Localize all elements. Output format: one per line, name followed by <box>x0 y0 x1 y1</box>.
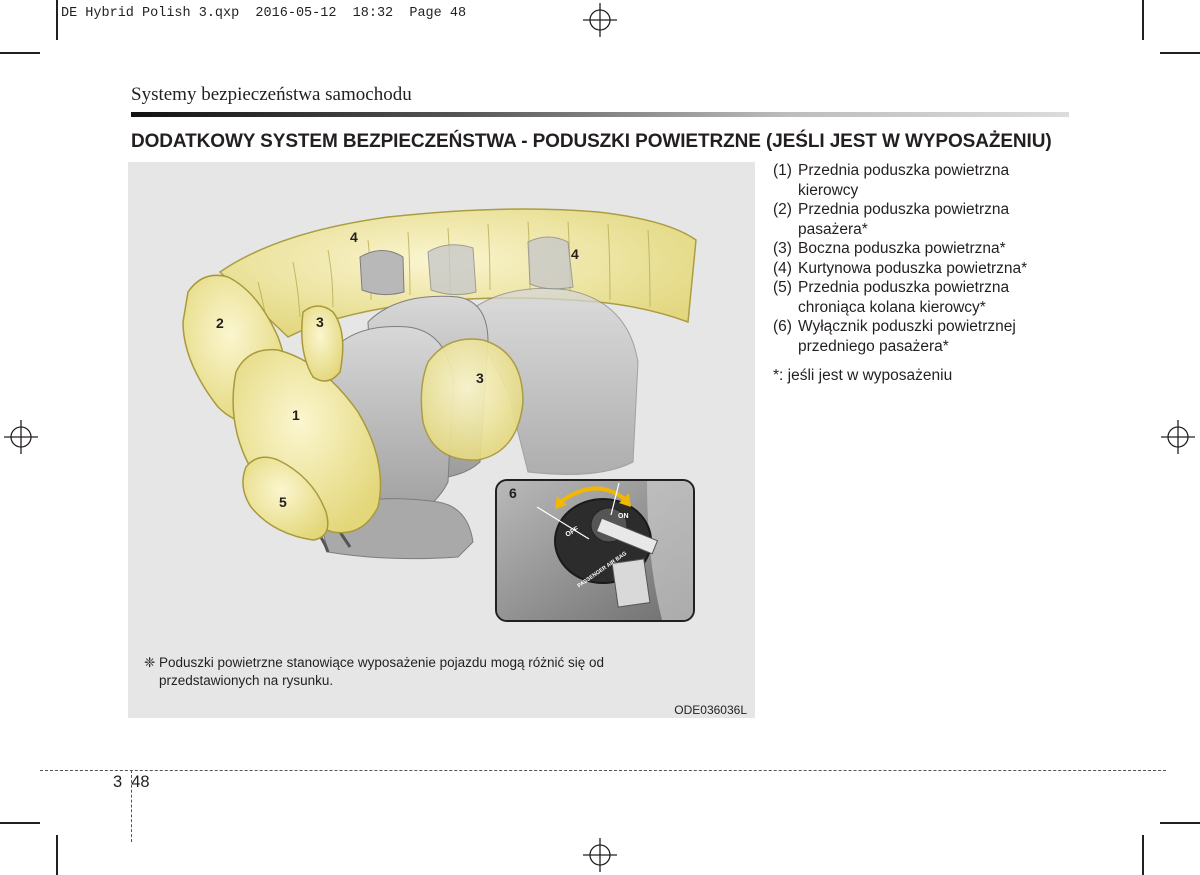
airbag-switch-icon: OFF ON PASSENGER AIR BAG <box>497 481 693 620</box>
legend-item: (4) Kurtynowa poduszka powietrzna* <box>773 259 1028 277</box>
chapter-number: 3 <box>113 773 123 791</box>
switch-on-label: ON <box>618 513 629 520</box>
airbag-legend: (1) Przednia poduszka powietrzna kierowcy… <box>773 161 1073 356</box>
print-header: DE Hybrid Polish 3.qxp 2016-05-12 18:32 … <box>61 6 467 21</box>
side-airbag-rear <box>420 338 524 461</box>
footnote: *: jeśli jest w wyposażeniu <box>773 367 953 384</box>
figure-note-text: Poduszki powietrzne stanowiące wyposażen… <box>159 655 604 688</box>
section-title: Systemy bezpieczeństwa samochodu <box>131 84 412 105</box>
registration-mark-icon <box>4 420 38 454</box>
callout-2: 2 <box>216 315 224 331</box>
figure-code: ODE036036L <box>674 703 747 717</box>
callout-4: 4 <box>571 246 579 262</box>
legend-item: (5) Przednia poduszka powietrzna chroniąc… <box>773 279 1010 316</box>
section-rule <box>131 112 1069 117</box>
callout-6: 6 <box>509 485 517 501</box>
callout-5: 5 <box>279 494 287 510</box>
callout-3: 3 <box>476 370 484 386</box>
page-number: 3 48 <box>113 773 150 792</box>
callout-4: 4 <box>350 229 358 245</box>
page-heading: DODATKOWY SYSTEM BEZPIECZEŃSTWA - PODUSZ… <box>131 131 1052 152</box>
callout-3: 3 <box>316 314 324 330</box>
registration-mark-icon <box>583 3 617 37</box>
legend-item: (2) Przednia poduszka powietrzna pasażera… <box>773 201 1010 238</box>
callout-1: 1 <box>292 407 300 423</box>
legend-item: (6) Wyłącznik poduszki powietrznej przedn… <box>773 318 1016 355</box>
legend-item: (1) Przednia poduszka powietrzna kierowcy <box>773 162 1010 199</box>
airbag-figure: 1 2 3 3 4 4 5 OFF ON PASSENGER AIR BAG 6… <box>128 162 755 718</box>
page-number-value: 48 <box>131 773 150 791</box>
registration-mark-icon <box>583 838 617 872</box>
airbag-switch-inset: OFF ON PASSENGER AIR BAG 6 <box>495 479 695 622</box>
airbag-illustration <box>182 208 697 560</box>
note-symbol-icon: ❈ <box>144 655 156 670</box>
footer-rule <box>40 770 1166 771</box>
registration-mark-icon <box>1161 420 1195 454</box>
figure-note: ❈ Poduszki powietrzne stanowiące wyposaż… <box>144 654 664 690</box>
legend-item: (3) Boczna poduszka powietrzna* <box>773 240 1006 257</box>
